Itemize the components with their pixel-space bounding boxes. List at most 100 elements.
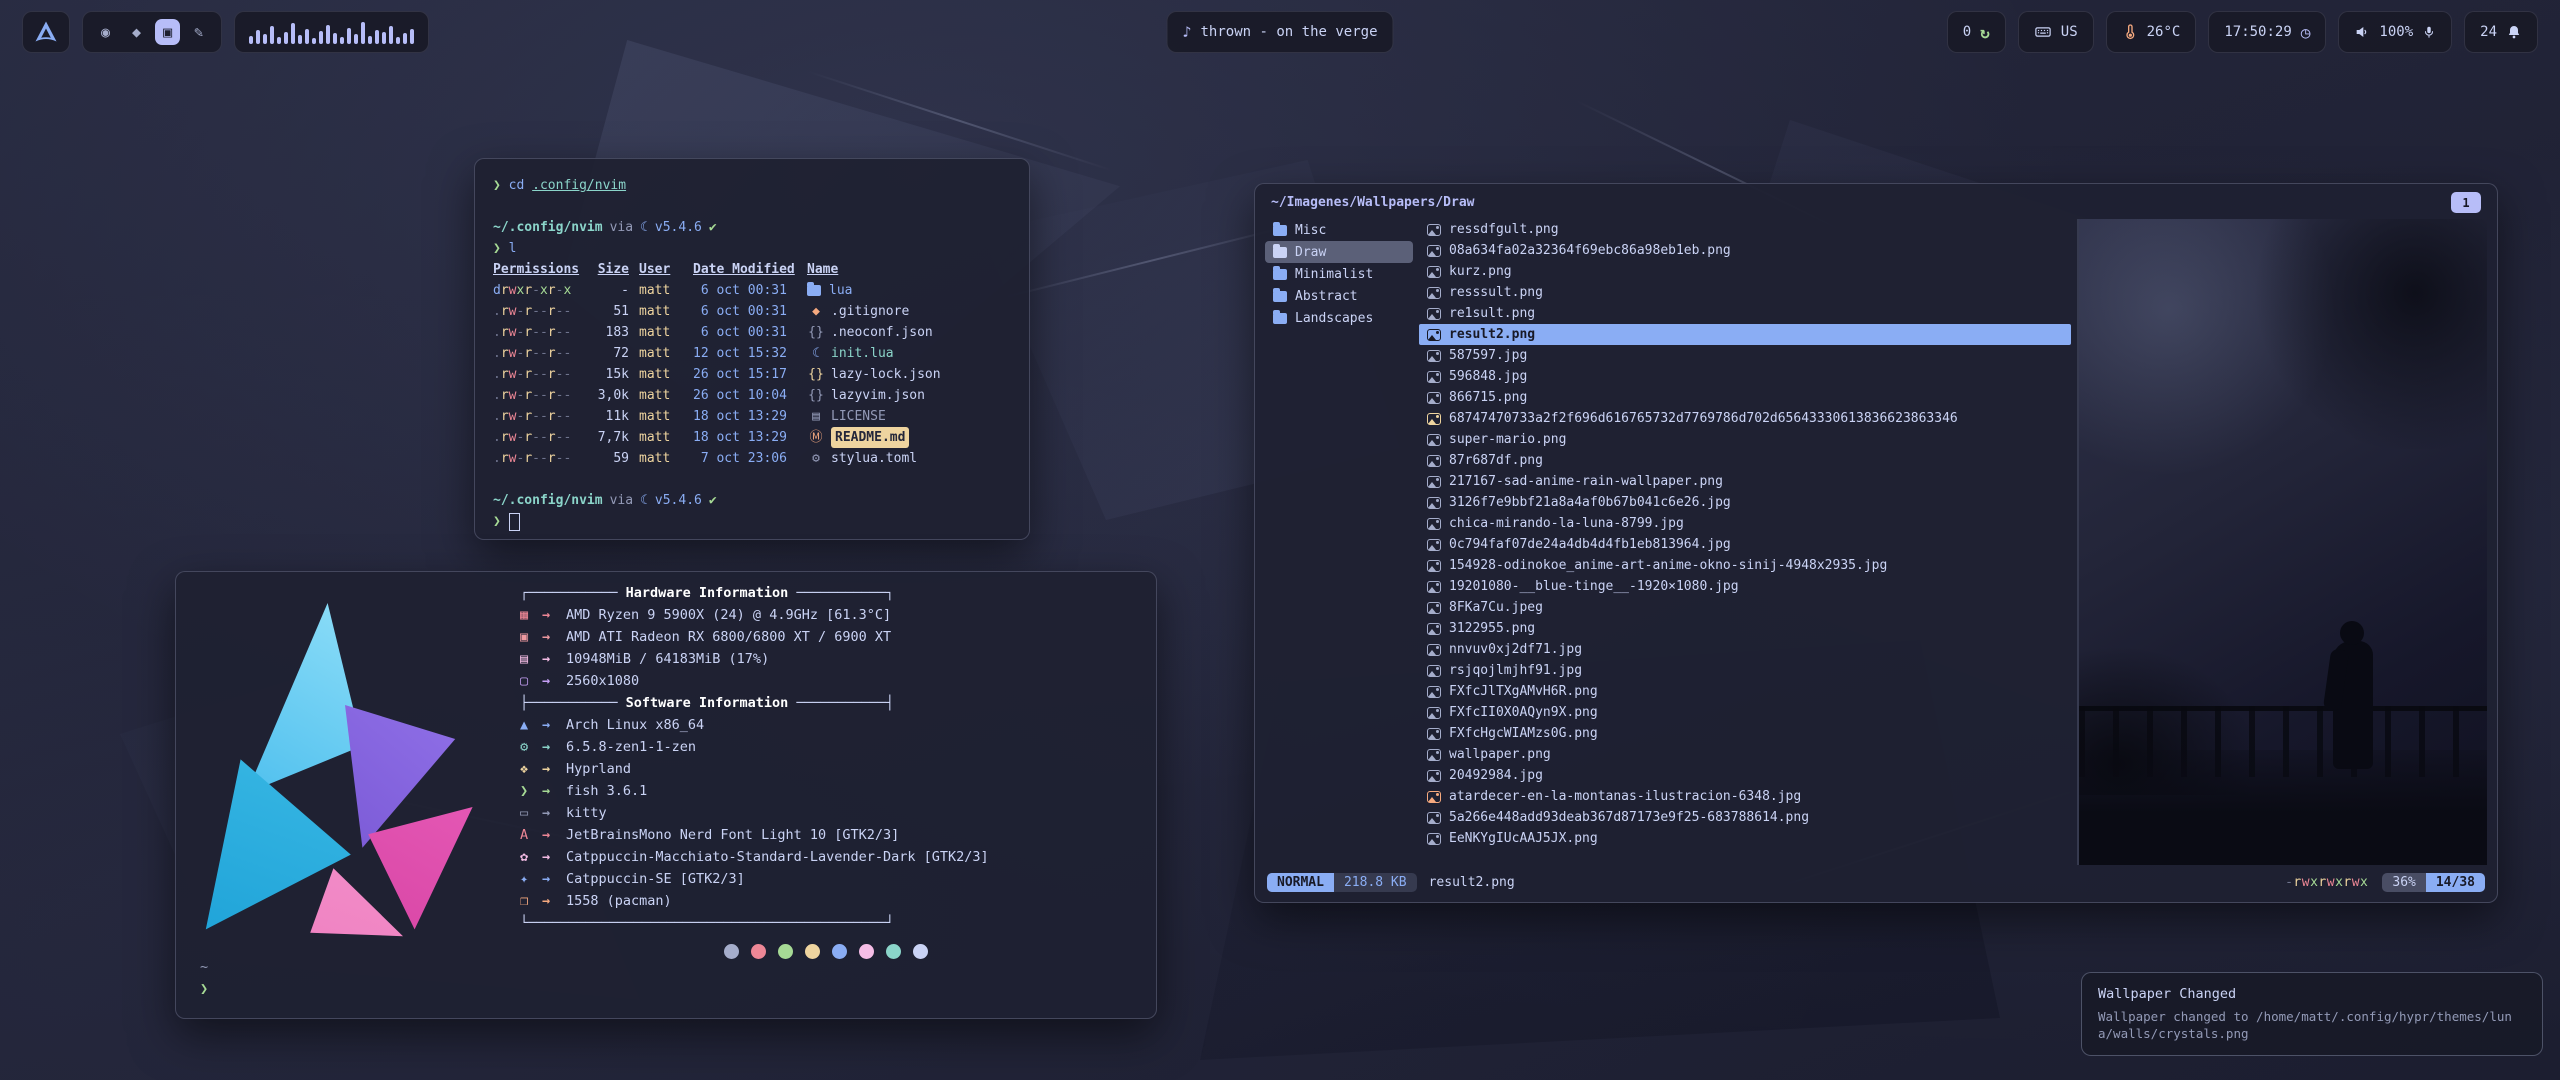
file-permissions: .rw-r--r-- (493, 322, 575, 343)
terminal-prompt[interactable]: ❯ (200, 978, 1132, 1000)
file-name: init.lua (831, 343, 894, 364)
sidebar-folder[interactable]: Misc (1265, 219, 1413, 241)
terminal-window[interactable]: ❯ cd .config/nvim ~/.config/nvimvia☾v5.4… (474, 158, 1030, 540)
file-row[interactable]: 596848.jpg (1419, 366, 2071, 387)
file-row[interactable]: EeNKYgIUcAAJ5JX.png (1419, 828, 2071, 849)
file-row[interactable]: kurz.png (1419, 261, 2071, 282)
file-row[interactable]: 08a634fa02a32364f69ebc86a98eb1eb.png (1419, 240, 2071, 261)
file-row[interactable]: FXfcHgcWIAMzs0G.png (1419, 723, 2071, 744)
workspace-button[interactable]: ◆ (124, 19, 149, 45)
selected-file-name: result2.png (1429, 875, 1515, 890)
file-date: 18 oct 13:29 (693, 406, 797, 427)
file-row[interactable]: rsjqojlmjhf91.jpg (1419, 660, 2071, 681)
visualizer-bar (312, 38, 316, 44)
notifications-module[interactable]: 24 (2464, 11, 2538, 53)
file-row[interactable]: resssult.png (1419, 282, 2071, 303)
keyboard-module[interactable]: US (2018, 11, 2094, 53)
visualizer-bar (298, 35, 302, 44)
terminal-prompt[interactable]: ❯ (493, 511, 1011, 532)
file-row[interactable]: 87r687df.png (1419, 450, 2071, 471)
info-row: ✿→Catppuccin-Macchiato-Standard-Lavender… (520, 846, 1132, 868)
file-row[interactable]: 5a266e448add93deab367d87173e9f25-6837886… (1419, 807, 2071, 828)
image-file-icon (1427, 518, 1441, 530)
tab-badge[interactable]: 1 (2451, 192, 2481, 213)
image-file-icon (1427, 497, 1441, 509)
file-manager-window[interactable]: ~/Imagenes/Wallpapers/Draw 1 MiscDrawMin… (1254, 183, 2498, 903)
workspace-button[interactable]: ✎ (186, 19, 211, 45)
file-name: FXfcHgcWIAMzs0G.png (1449, 726, 1598, 741)
sidebar-folder[interactable]: Minimalist (1265, 263, 1413, 285)
ls-output: drwxr-xr-x-matt 6 oct 00:31lua.rw-r--r--… (493, 280, 1011, 469)
file-name: atardecer-en-la-montanas-ilustracion-634… (1449, 789, 1801, 804)
file-row[interactable]: 217167-sad-anime-rain-wallpaper.png (1419, 471, 2071, 492)
file-row[interactable]: FXfcJlTXgAMvH6R.png (1419, 681, 2071, 702)
file-name: EeNKYgIUcAAJ5JX.png (1449, 831, 1598, 846)
file-row[interactable]: 0c794faf07de24a4db4d4fb1eb813964.jpg (1419, 534, 2071, 555)
volume-module[interactable]: 100% (2338, 11, 2452, 53)
info-value: Catppuccin-SE [GTK2/3] (566, 868, 745, 890)
temperature-module[interactable]: 26°C (2106, 11, 2197, 53)
file-row[interactable]: re1sult.png (1419, 303, 2071, 324)
file-row[interactable]: ressdfgult.png (1419, 219, 2071, 240)
file-row[interactable]: 3126f7e9bbf21a8a4af0b67b041c6e26.jpg (1419, 492, 2071, 513)
fetch-terminal-window[interactable]: ┌─────────── Hardware Information ──────… (175, 571, 1157, 1019)
info-value: Hyprland (566, 758, 631, 780)
visualizer-bar (256, 30, 260, 44)
visualizer-bar (368, 36, 372, 44)
file-owner: matt (639, 406, 683, 427)
media-widget[interactable]: ♪ thrown - on the verge (1166, 11, 1393, 53)
image-file-icon (1427, 602, 1441, 614)
sidebar-folder[interactable]: Landscapes (1265, 307, 1413, 329)
clock-module[interactable]: 17:50:29 ◷ (2208, 11, 2326, 53)
parent-directory-pane: MiscDrawMinimalistAbstractLandscapes (1265, 219, 1419, 865)
file-permissions: .rw-r--r-- (493, 448, 575, 469)
notification-body: Wallpaper changed to /home/matt/.config/… (2098, 1008, 2526, 1042)
file-row[interactable]: result2.png (1419, 324, 2071, 345)
file-row[interactable]: chica-mirando-la-luna-8799.jpg (1419, 513, 2071, 534)
file-row[interactable]: 8FKa7Cu.jpeg (1419, 597, 2071, 618)
info-icon: ❯ (520, 780, 542, 802)
file-owner: matt (639, 322, 683, 343)
file-row[interactable]: 19201080-__blue-tinge__-1920×1080.jpg (1419, 576, 2071, 597)
arrow-icon: → (542, 670, 566, 692)
clock-time: 17:50:29 (2224, 24, 2291, 40)
file-name: .gitignore (831, 301, 909, 322)
file-row[interactable]: 68747470733a2f2f696d616765732d7769786d70… (1419, 408, 2071, 429)
file-name: LICENSE (831, 406, 886, 427)
info-value: 6.5.8-zen1-1-zen (566, 736, 696, 758)
image-file-icon (1427, 707, 1441, 719)
info-icon: ❒ (520, 890, 542, 912)
updates-module[interactable]: 0 ↻ (1947, 11, 2006, 53)
file-row[interactable]: FXfcII0X0AQyn9X.png (1419, 702, 2071, 723)
file-name: resssult.png (1449, 285, 1543, 300)
file-row[interactable]: super-mario.png (1419, 429, 2071, 450)
file-row[interactable]: 20492984.jpg (1419, 765, 2071, 786)
notification-toast[interactable]: Wallpaper Changed Wallpaper changed to /… (2081, 972, 2543, 1056)
file-row[interactable]: 866715.png (1419, 387, 2071, 408)
preview-girl-silhouette (2333, 641, 2373, 769)
sidebar-folder[interactable]: Draw (1265, 241, 1413, 263)
audio-visualizer[interactable] (234, 11, 429, 53)
image-file-icon (1427, 770, 1441, 782)
file-owner: matt (639, 385, 683, 406)
file-name: FXfcJlTXgAMvH6R.png (1449, 684, 1598, 699)
file-row[interactable]: 587597.jpg (1419, 345, 2071, 366)
workspace-button[interactable]: ◉ (93, 19, 118, 45)
file-row[interactable]: 154928-odinokoe_anime-art-anime-okno-sin… (1419, 555, 2071, 576)
wallpaper-preview (2077, 219, 2487, 865)
file-row[interactable]: 3122955.png (1419, 618, 2071, 639)
file-name: 5a266e448add93deab367d87173e9f25-6837886… (1449, 810, 1809, 825)
file-name: result2.png (1449, 327, 1535, 342)
info-icon: ✿ (520, 846, 542, 868)
file-name: nnvuv0xj2df71.jpg (1449, 642, 1582, 657)
visualizer-bar (382, 32, 386, 44)
launcher-button[interactable] (22, 11, 70, 53)
info-icon: ▤ (520, 648, 542, 670)
workspace-icon: ▣ (163, 23, 172, 41)
sidebar-folder[interactable]: Abstract (1265, 285, 1413, 307)
workspace-button[interactable]: ▣ (155, 19, 180, 45)
file-row[interactable]: atardecer-en-la-montanas-ilustracion-634… (1419, 786, 2071, 807)
file-row[interactable]: nnvuv0xj2df71.jpg (1419, 639, 2071, 660)
image-file-icon (1427, 812, 1441, 824)
file-row[interactable]: wallpaper.png (1419, 744, 2071, 765)
